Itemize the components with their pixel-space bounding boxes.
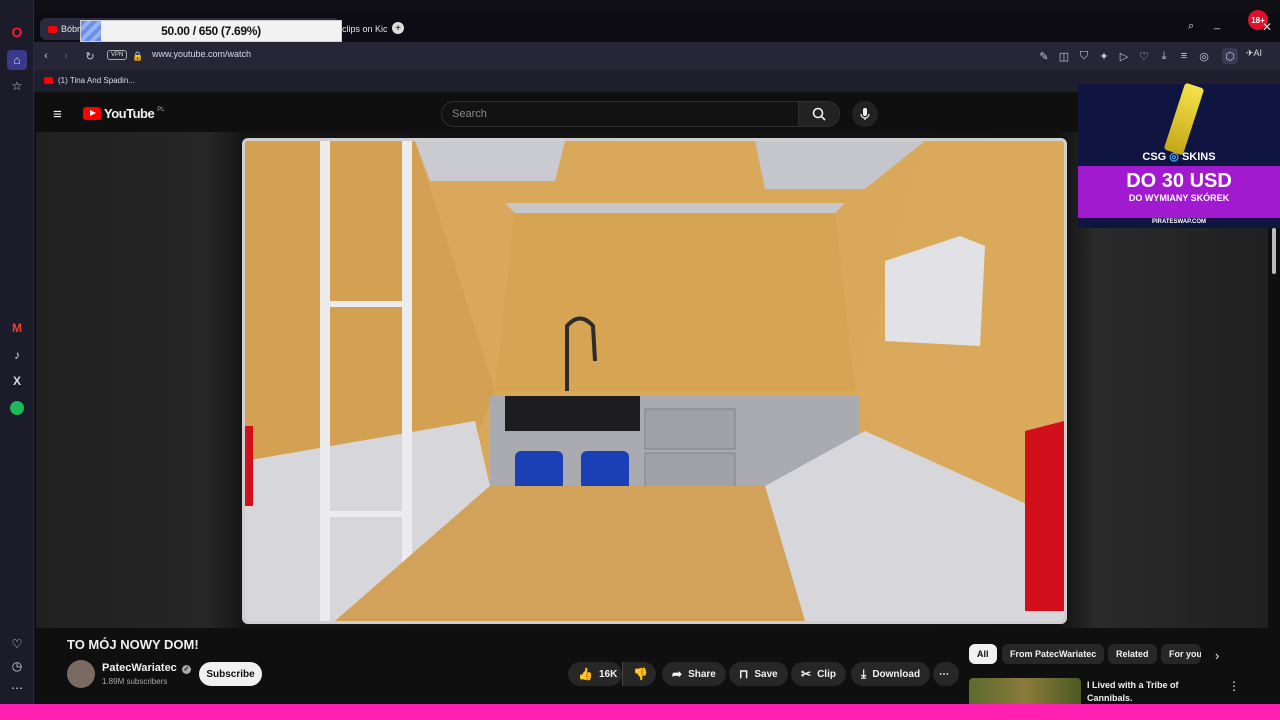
download-icon: ⤓ <box>861 666 867 681</box>
bottom-overlay-bar <box>0 704 1280 720</box>
close-icon[interactable]: ✕ <box>1262 20 1272 34</box>
recommended-title[interactable]: I Lived with a Tribe of Cannibals. <box>1087 679 1179 705</box>
gmail-icon[interactable]: M <box>7 318 27 338</box>
profile-icon[interactable]: ◎ <box>1196 48 1212 64</box>
thumbs-up-icon: 👍 <box>578 667 593 681</box>
shield-icon[interactable]: ⛉ <box>1076 48 1092 64</box>
youtube-favicon-icon <box>48 25 57 33</box>
search-tabs-icon[interactable]: ⌕ <box>1188 20 1194 33</box>
search-input[interactable]: Search <box>441 101 799 127</box>
hamburger-menu-icon[interactable]: ≡ <box>53 106 62 123</box>
vpn-badge[interactable]: VPN <box>107 50 128 60</box>
more-actions-button[interactable]: ⋯ <box>933 662 959 686</box>
bookmark-item[interactable]: (1) Tina And Spadin... <box>44 76 135 85</box>
edit-icon[interactable]: ✎ <box>1036 48 1052 64</box>
home-icon[interactable]: ⌂ <box>7 50 27 70</box>
subscribe-button[interactable]: Subscribe <box>199 662 262 686</box>
heart-outline-icon[interactable]: ♡ <box>1136 48 1152 64</box>
video-scene-image <box>245 141 1064 621</box>
new-tab-button[interactable]: + <box>392 22 404 34</box>
chip-from-channel[interactable]: From PatecWariatec <box>1002 644 1105 664</box>
extension-icon[interactable]: ✦ <box>1096 48 1112 64</box>
microphone-icon <box>860 108 870 120</box>
ad-subline: DO WYMIANY SKÓREK <box>1128 193 1230 203</box>
like-count: 16K <box>598 668 618 680</box>
ai-button[interactable]: ✈AI <box>1246 48 1262 59</box>
address-bar-row: ‹ › ↻ VPN 🔒 www.youtube.com/watch ✎ ◫ ⛉ … <box>34 42 1280 70</box>
verified-icon: ✓ <box>181 665 191 674</box>
tab-kick[interactable]: clips on Kic <box>334 18 388 40</box>
spotify-icon[interactable] <box>7 398 27 418</box>
minimize-icon[interactable]: _ <box>1214 18 1220 30</box>
opera-logo-icon[interactable]: O <box>7 22 27 42</box>
tab-label: clips on Kic <box>342 24 388 34</box>
clip-button[interactable]: ✂ Clip <box>791 662 846 686</box>
ad-panel: DO 30 USD DO WYMIANY SKÓREK <box>1078 166 1280 218</box>
advertisement-banner[interactable]: CSG ◎ SKINS DO 30 USD DO WYMIANY SKÓREK … <box>1078 82 1280 228</box>
url-field[interactable]: www.youtube.com/watch <box>152 49 251 59</box>
tiktok-icon[interactable]: ♪ <box>7 345 27 365</box>
lock-icon[interactable]: 🔒 <box>130 48 146 64</box>
star-icon[interactable]: ☆ <box>7 76 27 96</box>
bookmark-icon: ⊓ <box>739 667 749 681</box>
video-title: TO MÓJ NOWY DOM! <box>67 637 199 652</box>
youtube-favicon-icon <box>44 77 53 84</box>
ad-knife-icon <box>1163 82 1205 156</box>
tab-label: Bóbr <box>61 24 81 34</box>
bookmark-label: (1) Tina And Spadin... <box>58 76 135 85</box>
history-icon[interactable]: ◷ <box>7 656 27 676</box>
reload-icon[interactable]: ↻ <box>82 48 98 64</box>
share-button[interactable]: ➦ Share <box>662 662 726 686</box>
like-button[interactable]: 👍 16K <box>568 662 622 686</box>
progress-text: 50.00 / 650 (7.69%) <box>161 24 261 38</box>
chevron-right-icon[interactable]: › <box>1215 648 1219 663</box>
video-frame[interactable] <box>242 138 1067 624</box>
chip-related[interactable]: Related <box>1108 644 1157 664</box>
subscriber-count: 1.89M subscribers <box>102 677 168 686</box>
save-button[interactable]: ⊓ Save <box>729 662 788 686</box>
voice-search-button[interactable] <box>852 101 878 127</box>
download-icon[interactable]: ⤓ <box>1156 48 1172 64</box>
scrollbar-thumb[interactable] <box>1272 228 1276 274</box>
ad-brand: CSG ◎ SKINS <box>1142 151 1216 163</box>
recommended-more-icon[interactable]: ⋮ <box>1228 679 1240 693</box>
x-icon[interactable]: X <box>7 371 27 391</box>
scissors-icon: ✂ <box>801 667 812 681</box>
back-icon[interactable]: ‹ <box>38 48 54 64</box>
chip-all[interactable]: All <box>969 644 997 664</box>
menu-lines-icon[interactable]: ≡ <box>1176 48 1192 64</box>
progress-overlay: 50.00 / 650 (7.69%) <box>80 20 342 42</box>
play-icon[interactable]: ▷ <box>1116 48 1132 64</box>
chip-for-you[interactable]: For you <box>1161 644 1201 664</box>
youtube-play-icon <box>83 107 101 120</box>
channel-name[interactable]: PatecWariatec ✓ <box>102 662 191 674</box>
recommended-thumbnail[interactable] <box>969 678 1081 704</box>
search-icon <box>812 107 826 121</box>
country-code: PL <box>157 106 165 113</box>
ad-headline: DO 30 USD <box>1126 170 1232 192</box>
dislike-button[interactable]: 👎 <box>622 662 656 686</box>
more-icon[interactable]: ⋯ <box>7 678 27 698</box>
more-icon: ⋯ <box>939 668 949 680</box>
youtube-logo-text: YouTube <box>104 106 155 121</box>
browser-sidebar: O ⌂ ☆ M ♪ X ♡ ◷ ⋯ <box>0 0 34 720</box>
youtube-logo[interactable]: YouTube PL <box>83 106 165 121</box>
heart-icon[interactable]: ♡ <box>7 634 27 654</box>
cube-icon[interactable]: ⬡ <box>1222 48 1238 64</box>
camera-icon[interactable]: ◫ <box>1056 48 1072 64</box>
thumbs-down-icon: 👎 <box>633 667 648 681</box>
ad-domain: PIRATESWAP.COM <box>1151 219 1207 225</box>
share-icon: ➦ <box>672 667 683 681</box>
search-button[interactable] <box>798 101 840 127</box>
forward-icon[interactable]: › <box>58 48 74 64</box>
download-button[interactable]: ⤓ Download <box>851 662 931 686</box>
channel-avatar[interactable] <box>67 660 95 688</box>
